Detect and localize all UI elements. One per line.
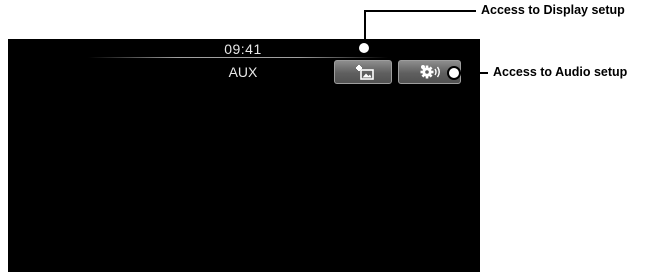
audio-callout-horizontal-line [458, 72, 488, 74]
display-callout-horizontal-line [364, 10, 476, 12]
display-callout-dot [357, 41, 371, 55]
header-divider [88, 57, 388, 58]
display-setup-button[interactable] [334, 60, 392, 84]
head-unit-screen: 09:41 AUX [8, 39, 480, 272]
audio-callout-label: Access to Audio setup [493, 65, 628, 79]
display-callout-label: Access to Display setup [481, 3, 625, 17]
audio-callout-dot [447, 66, 461, 80]
clock: 09:41 [224, 41, 262, 57]
display-setup-icon [356, 65, 374, 80]
source-label: AUX [228, 64, 258, 80]
